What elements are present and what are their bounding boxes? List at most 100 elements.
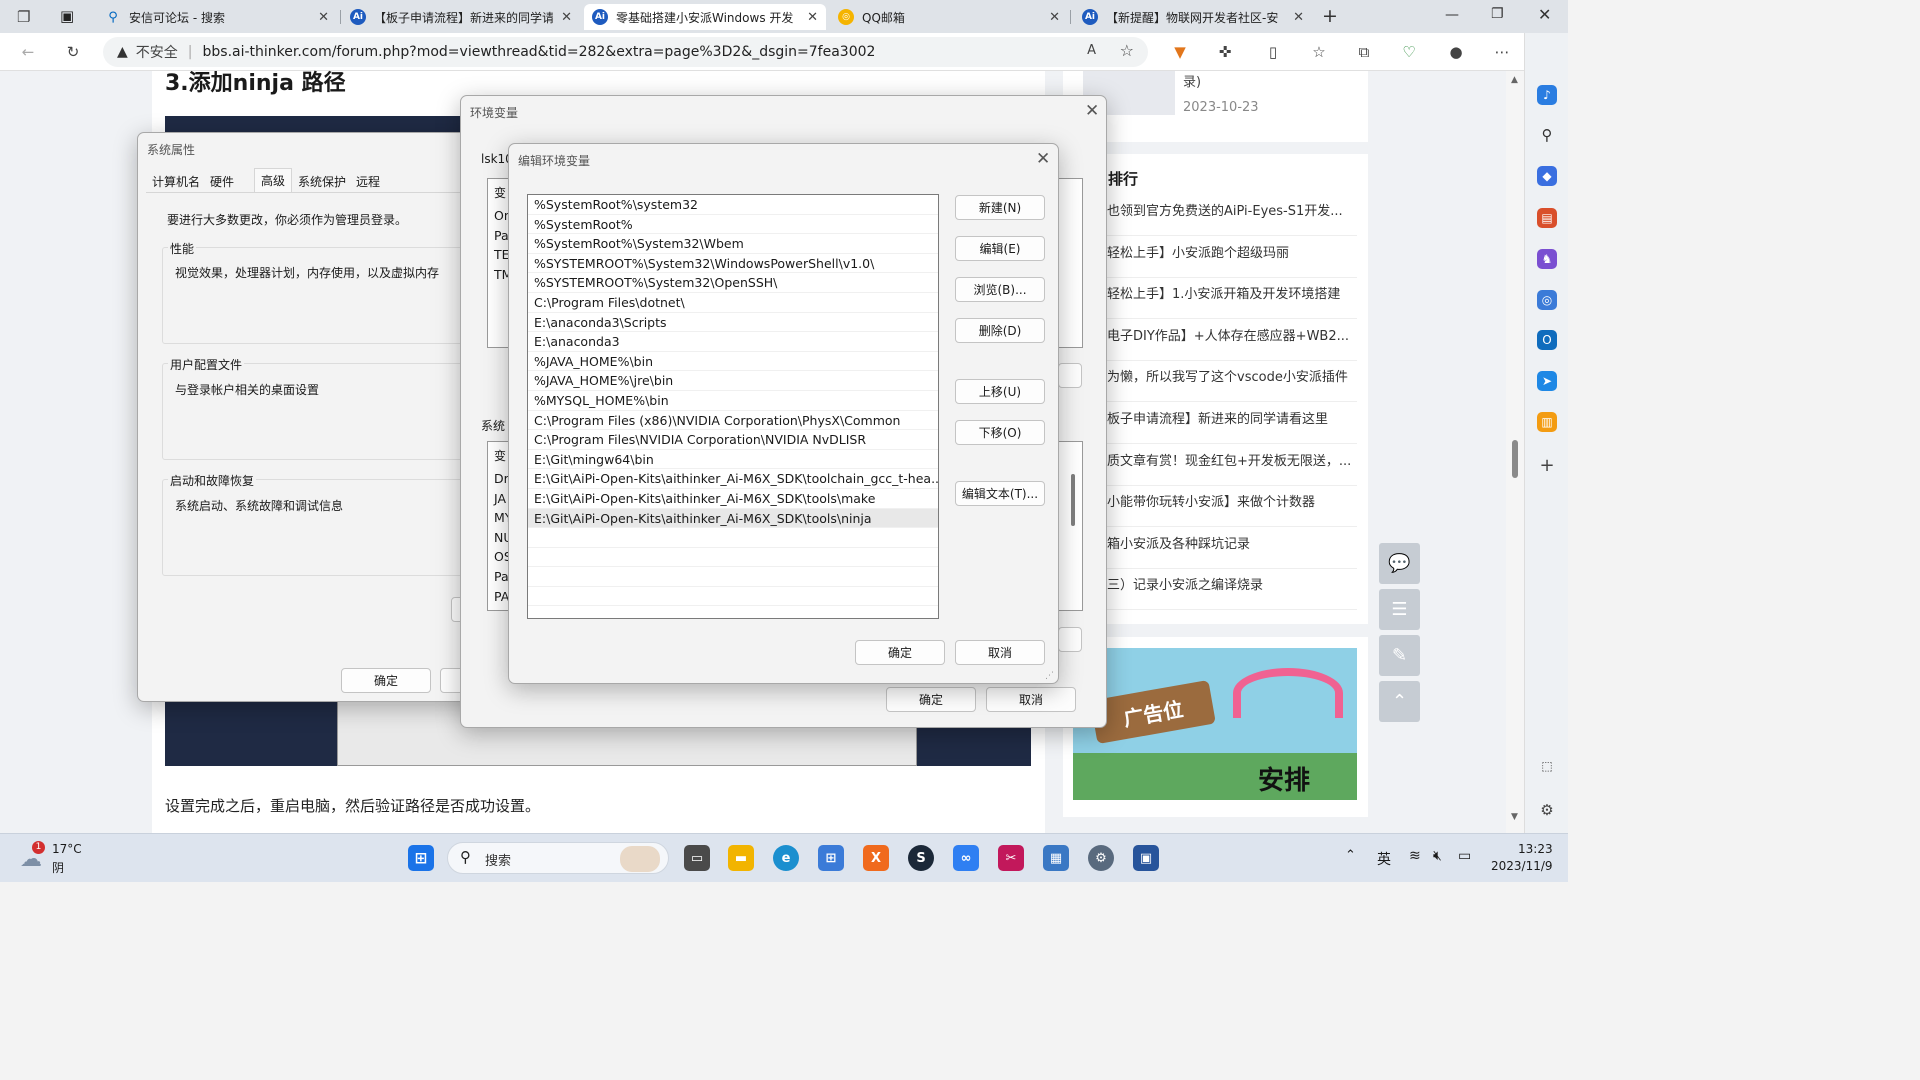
microsoft-store-icon[interactable]: ⊞ xyxy=(818,845,844,871)
warning-icon[interactable]: ▲ xyxy=(117,44,128,60)
wifi-icon[interactable]: ≋ xyxy=(1409,848,1421,864)
path-row[interactable]: %SystemRoot%\system32 xyxy=(528,195,938,215)
path-row[interactable]: C:\Program Files\dotnet\ xyxy=(528,293,938,313)
maximize-button[interactable]: ❐ xyxy=(1491,6,1504,22)
settings-gear-icon[interactable]: ⚙ xyxy=(1088,845,1114,871)
ranking-item[interactable]: 为懒，所以我写了这个vscode小安派插件 xyxy=(1107,368,1357,403)
path-row[interactable]: %SYSTEMROOT%\System32\OpenSSH\ xyxy=(528,273,938,293)
new-tab-button[interactable]: + xyxy=(1322,5,1338,27)
path-row[interactable]: C:\Program Files (x86)\NVIDIA Corporatio… xyxy=(528,411,938,431)
notifications-icon[interactable]: ♪ xyxy=(1537,85,1557,105)
ranking-item[interactable]: 轻松上手】小安派跑个超级玛丽 xyxy=(1107,244,1357,278)
start-windows-icon[interactable]: ⊞ xyxy=(408,845,434,871)
path-row[interactable]: E:\Git\AiPi-Open-Kits\aithinker_Ai-M6X_S… xyxy=(528,469,938,489)
close-icon[interactable]: ✕ xyxy=(1293,10,1304,25)
edit-float-button[interactable]: ✎ xyxy=(1379,635,1420,676)
ime-indicator[interactable]: 英 xyxy=(1377,849,1391,869)
task-view-icon[interactable]: ▭ xyxy=(684,845,710,871)
volume-icon[interactable]: 🔇︎ xyxy=(1433,848,1442,864)
settings-gear-icon[interactable]: ⚙ xyxy=(1537,800,1557,820)
path-row[interactable]: E:\anaconda3 xyxy=(528,332,938,352)
favorite-star-icon[interactable]: ☆ xyxy=(1120,41,1134,60)
path-row[interactable]: %JAVA_HOME%\jre\bin xyxy=(528,371,938,391)
env-ok-button[interactable]: 确定 xyxy=(886,687,976,712)
path-row[interactable]: E:\Git\AiPi-Open-Kits\aithinker_Ai-M6X_S… xyxy=(528,508,938,529)
empty-path-row[interactable] xyxy=(528,567,938,587)
sysprops-ok-button[interactable]: 确定 xyxy=(341,668,431,693)
edit-cancel-button[interactable]: 取消 xyxy=(955,640,1045,665)
split-screen-icon[interactable]: ▯ xyxy=(1263,42,1283,62)
steam-icon[interactable]: S xyxy=(908,845,934,871)
close-icon[interactable]: ✕ xyxy=(561,10,572,25)
path-row[interactable]: %SYSTEMROOT%\System32\WindowsPowerShell\… xyxy=(528,254,938,274)
url-text[interactable]: bbs.ai-thinker.com/forum.php?mod=viewthr… xyxy=(203,44,876,60)
notes-icon[interactable]: ▥ xyxy=(1537,412,1557,432)
list-float-button[interactable]: ☰ xyxy=(1379,589,1420,630)
extensions-icon[interactable]: ✜ xyxy=(1215,42,1235,62)
path-row[interactable]: %MYSQL_HOME%\bin xyxy=(528,391,938,411)
edge-browser-icon[interactable]: e xyxy=(773,845,799,871)
system-vars-action-button[interactable] xyxy=(1058,627,1082,652)
search-icon[interactable]: ⚲ xyxy=(1537,125,1557,145)
user-vars-header[interactable]: 变 xyxy=(494,184,506,201)
close-icon[interactable]: ✕ xyxy=(807,10,818,25)
send-icon[interactable]: ➤ xyxy=(1537,371,1557,391)
outlook-icon[interactable]: O xyxy=(1537,330,1557,350)
ranking-item[interactable]: 也领到官方免费送的AiPi-Eyes-S1开发... xyxy=(1107,202,1357,236)
more-options-icon[interactable]: ⋯ xyxy=(1492,42,1512,62)
move-down-button[interactable]: 下移(O) xyxy=(955,420,1045,445)
path-row[interactable]: E:\Git\AiPi-Open-Kits\aithinker_Ai-M6X_S… xyxy=(528,489,938,509)
security-label[interactable]: 不安全 xyxy=(136,42,178,62)
tools-icon[interactable]: ▤ xyxy=(1537,208,1557,228)
path-row[interactable]: E:\anaconda3\Scripts xyxy=(528,313,938,333)
workspaces-icon[interactable]: ❐ xyxy=(17,8,30,26)
browser-essentials-icon[interactable]: ♡ xyxy=(1399,42,1419,62)
xmind-icon[interactable]: X xyxy=(863,845,889,871)
screenshot-icon[interactable]: ⬚ xyxy=(1537,756,1557,776)
file-explorer-icon[interactable]: ▬ xyxy=(728,845,754,871)
refresh-icon[interactable]: ↻ xyxy=(63,42,83,62)
ranking-item[interactable]: 质文章有赏！现金红包+开发板无限送，... xyxy=(1107,452,1357,486)
close-icon[interactable]: ✕ xyxy=(1036,149,1050,169)
collections-icon[interactable]: ⧉ xyxy=(1354,42,1374,62)
empty-path-row[interactable] xyxy=(528,528,938,548)
close-icon[interactable]: ✕ xyxy=(318,10,329,25)
microsoft-365-icon[interactable]: ◎ xyxy=(1537,290,1557,310)
edit-button[interactable]: 编辑(E) xyxy=(955,236,1045,261)
browse-button[interactable]: 浏览(B)... xyxy=(955,277,1045,302)
tab-qq-mail[interactable]: ◎ QQ邮箱 ✕ xyxy=(830,4,1068,30)
favorites-icon[interactable]: ☆ xyxy=(1309,42,1329,62)
ranking-item[interactable]: 小能带你玩转小安派】来做个计数器 xyxy=(1107,493,1357,528)
ranking-item[interactable]: 三）记录小安派之编译烧录 xyxy=(1107,576,1357,611)
tab-iot-community[interactable]: Ai 【新提醒】物联网开发者社区-安 ✕ xyxy=(1074,4,1312,30)
empty-path-row[interactable] xyxy=(528,548,938,568)
games-icon[interactable]: ♞ xyxy=(1537,249,1557,269)
user-vars-action-button[interactable] xyxy=(1058,363,1082,388)
tab-actions-icon[interactable]: ▣ xyxy=(60,7,74,25)
sysprops-tab[interactable]: 远程 xyxy=(356,173,380,190)
weather-widget[interactable]: ☁ 1 17°C 阴 xyxy=(18,841,88,877)
sysprops-tab[interactable]: 计算机名 xyxy=(152,173,200,190)
close-window-button[interactable]: ✕ xyxy=(1538,5,1551,24)
ranking-item[interactable]: 板子申请流程】新进来的同学请看这里 xyxy=(1107,410,1357,444)
remote-desktop-icon[interactable]: ▣ xyxy=(1133,845,1159,871)
system-vars-header[interactable]: 变 xyxy=(494,447,506,464)
move-up-button[interactable]: 上移(U) xyxy=(955,379,1045,404)
profile-avatar[interactable]: ● xyxy=(1446,42,1466,62)
ranking-item[interactable]: 轻松上手】1.小安派开箱及开发环境搭建 xyxy=(1107,285,1357,320)
address-bar[interactable]: ▲ 不安全 | bbs.ai-thinker.com/forum.php?mod… xyxy=(103,37,1148,67)
tab-windows-dev[interactable]: Ai 零基础搭建小安派Windows 开发 ✕ xyxy=(584,4,826,30)
chevron-up-icon[interactable]: ⌃ xyxy=(1345,848,1356,863)
path-row[interactable]: C:\Program Files\NVIDIA Corporation\NVID… xyxy=(528,430,938,450)
clock-time[interactable]: 13:23 xyxy=(1518,842,1553,856)
scrollbar-thumb[interactable] xyxy=(1071,474,1075,526)
close-icon[interactable]: ✕ xyxy=(1049,10,1060,25)
recent-post-title[interactable]: 录) xyxy=(1183,71,1201,90)
close-icon[interactable]: ✕ xyxy=(1085,101,1099,121)
comment-float-button[interactable]: 💬 xyxy=(1379,543,1420,584)
path-row[interactable]: %SystemRoot% xyxy=(528,215,938,235)
resize-grip-icon[interactable]: ⋰ xyxy=(1045,671,1054,681)
env-cancel-button[interactable]: 取消 xyxy=(986,687,1076,712)
scroll-down-arrow[interactable]: ▼ xyxy=(1511,812,1518,822)
ad-banner[interactable]: 广告位 安排 xyxy=(1073,648,1357,800)
